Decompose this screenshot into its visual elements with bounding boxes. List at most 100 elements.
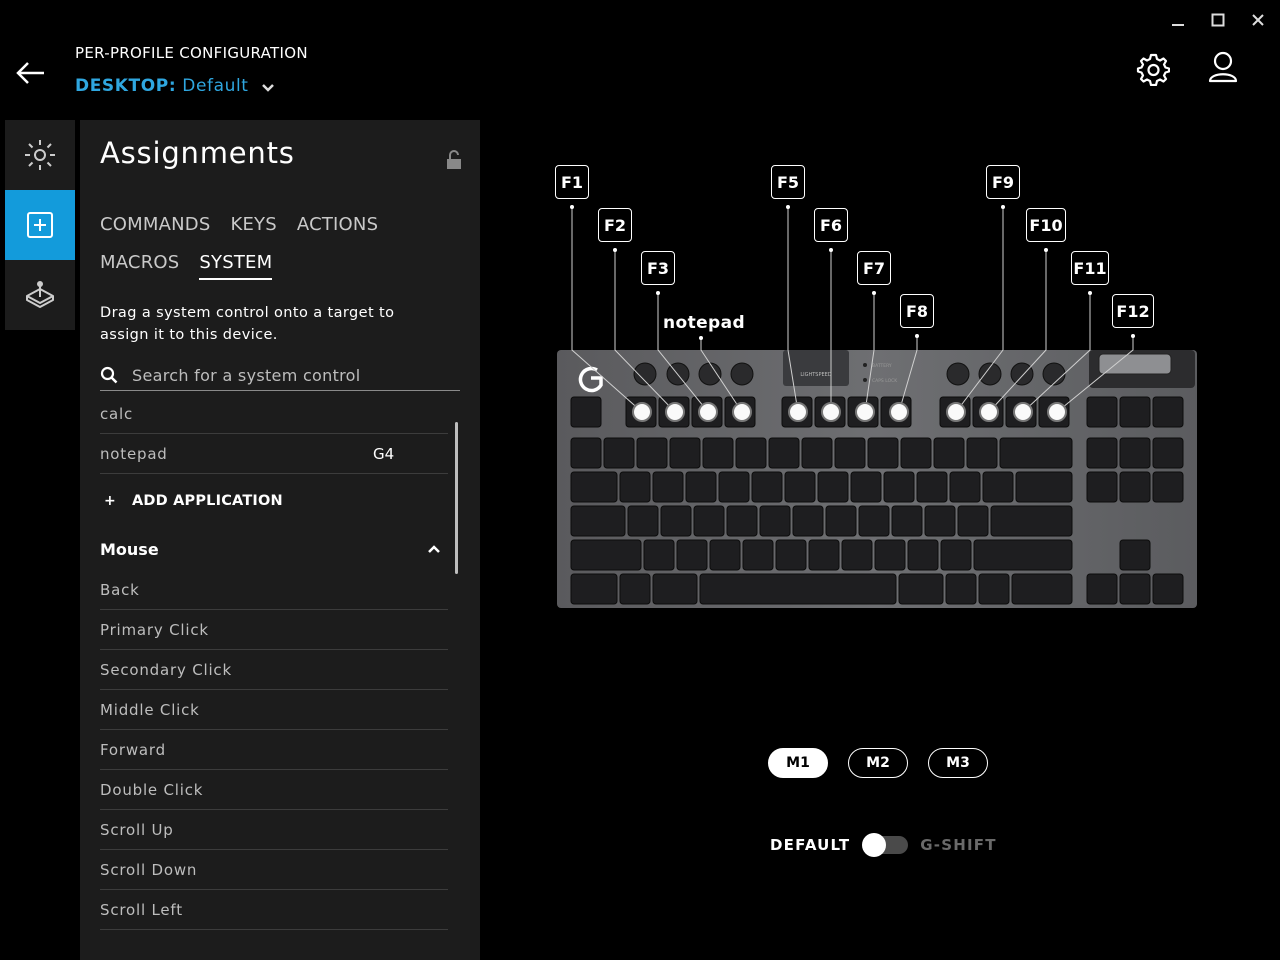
item-label: Forward xyxy=(100,740,166,759)
tab-actions[interactable]: ACTIONS xyxy=(297,214,378,240)
leader-anchor xyxy=(699,336,703,340)
m2-button[interactable]: M2 xyxy=(848,748,908,778)
function-key xyxy=(781,396,813,428)
gear-icon xyxy=(1136,53,1171,87)
function-key xyxy=(847,396,879,428)
profile-selector[interactable]: DESKTOP: Default xyxy=(75,76,275,96)
callout-f10[interactable]: F10 xyxy=(1026,208,1066,242)
close-button[interactable] xyxy=(1248,8,1268,32)
minimize-button[interactable] xyxy=(1168,8,1188,32)
keycap xyxy=(933,437,965,469)
callout-f3[interactable]: F3 xyxy=(641,251,675,285)
tab-macros[interactable]: MACROS xyxy=(100,252,179,280)
lighting-icon xyxy=(25,140,55,170)
leader-anchor xyxy=(1131,334,1135,338)
callout-f11[interactable]: F11 xyxy=(1071,251,1109,285)
list-item-mouse[interactable]: Double Click xyxy=(100,770,448,810)
nav-key xyxy=(1152,396,1184,428)
list-item-mouse[interactable]: Middle Click xyxy=(100,690,448,730)
toggle-knob xyxy=(862,833,887,857)
unlock-icon[interactable] xyxy=(446,150,462,170)
rail-game-mode[interactable] xyxy=(5,260,75,330)
callout-f8[interactable]: F8 xyxy=(900,294,934,328)
keycap xyxy=(759,505,791,537)
keycap xyxy=(850,471,882,503)
list-item-mouse[interactable]: Primary Click xyxy=(100,610,448,650)
keycap xyxy=(784,471,816,503)
keycap xyxy=(1011,573,1073,605)
callout-f1[interactable]: F1 xyxy=(555,165,589,199)
esc-key xyxy=(570,396,602,428)
function-key xyxy=(880,396,912,428)
keycap xyxy=(825,505,857,537)
list-item-mouse[interactable]: Back xyxy=(100,570,448,610)
callout-f9[interactable]: F9 xyxy=(986,165,1020,199)
item-label: Double Click xyxy=(100,780,204,799)
callout-f6[interactable]: F6 xyxy=(814,208,848,242)
tab-commands[interactable]: COMMANDS xyxy=(100,214,210,240)
list-item-mouse[interactable]: Scroll Left xyxy=(100,890,448,930)
media-button xyxy=(633,362,657,386)
keycap xyxy=(841,539,873,571)
callout-f2[interactable]: F2 xyxy=(598,208,632,242)
keycap xyxy=(775,539,807,571)
media-button xyxy=(730,362,754,386)
leader-anchor xyxy=(872,291,876,295)
callout-f12[interactable]: F12 xyxy=(1112,294,1154,328)
maximize-button[interactable] xyxy=(1208,8,1228,32)
account-button[interactable] xyxy=(1207,50,1239,84)
tab-system[interactable]: SYSTEM xyxy=(199,252,273,280)
gshift-toggle[interactable] xyxy=(862,833,909,857)
tabs-row-1: COMMANDS KEYS ACTIONS xyxy=(100,214,378,240)
leader-anchor xyxy=(829,248,833,252)
back-button[interactable] xyxy=(14,58,48,88)
list-item-mouse[interactable]: Scroll Down xyxy=(100,850,448,890)
keycap xyxy=(834,437,866,469)
item-label: Back xyxy=(100,580,140,599)
panel-scrollbar[interactable] xyxy=(455,422,458,574)
add-application-button[interactable]: + ADD APPLICATION xyxy=(100,474,448,528)
keycap xyxy=(792,505,824,537)
leader-anchor xyxy=(1001,205,1005,209)
nav-key xyxy=(1086,396,1118,428)
callout-f5[interactable]: F5 xyxy=(771,165,805,199)
rail-lighting[interactable] xyxy=(5,120,75,190)
add-application-label: ADD APPLICATION xyxy=(131,493,283,509)
list-item-mouse[interactable]: Secondary Click xyxy=(100,650,448,690)
search-icon xyxy=(100,366,118,384)
function-key xyxy=(939,396,971,428)
function-key xyxy=(972,396,1004,428)
close-icon xyxy=(1252,14,1264,26)
nav-key xyxy=(1086,471,1118,503)
gshift-toggle-row: DEFAULT G-SHIFT xyxy=(770,833,997,857)
keycap xyxy=(874,539,906,571)
callout-f4-assignment[interactable]: notepad xyxy=(663,313,745,333)
m3-button[interactable]: M3 xyxy=(928,748,988,778)
rail-assignments[interactable] xyxy=(5,190,75,260)
mouse-section-header[interactable]: Mouse xyxy=(100,528,448,570)
volume-roller xyxy=(1098,353,1172,375)
keycap xyxy=(570,573,618,605)
keycap xyxy=(978,573,1010,605)
nav-key xyxy=(1152,437,1184,469)
keycap xyxy=(817,471,849,503)
keycap xyxy=(702,437,734,469)
tab-keys[interactable]: KEYS xyxy=(230,214,276,240)
list-item-application[interactable]: notepad G4 xyxy=(100,434,448,474)
leader-anchor xyxy=(1088,291,1092,295)
leader-anchor xyxy=(656,291,660,295)
media-button xyxy=(698,362,722,386)
callout-f7[interactable]: F7 xyxy=(857,251,891,285)
application-name: notepad xyxy=(100,444,168,463)
leader-anchor xyxy=(1044,248,1048,252)
keycap xyxy=(768,437,800,469)
settings-button[interactable] xyxy=(1136,52,1171,87)
keycap xyxy=(693,505,725,537)
nav-key xyxy=(1152,573,1184,605)
function-key xyxy=(1005,396,1037,428)
list-item-mouse[interactable]: Scroll Up xyxy=(100,810,448,850)
list-item-application[interactable]: calc xyxy=(100,394,448,434)
list-item-mouse[interactable]: Forward xyxy=(100,730,448,770)
m1-button[interactable]: M1 xyxy=(768,748,828,778)
search-input[interactable] xyxy=(132,365,452,385)
